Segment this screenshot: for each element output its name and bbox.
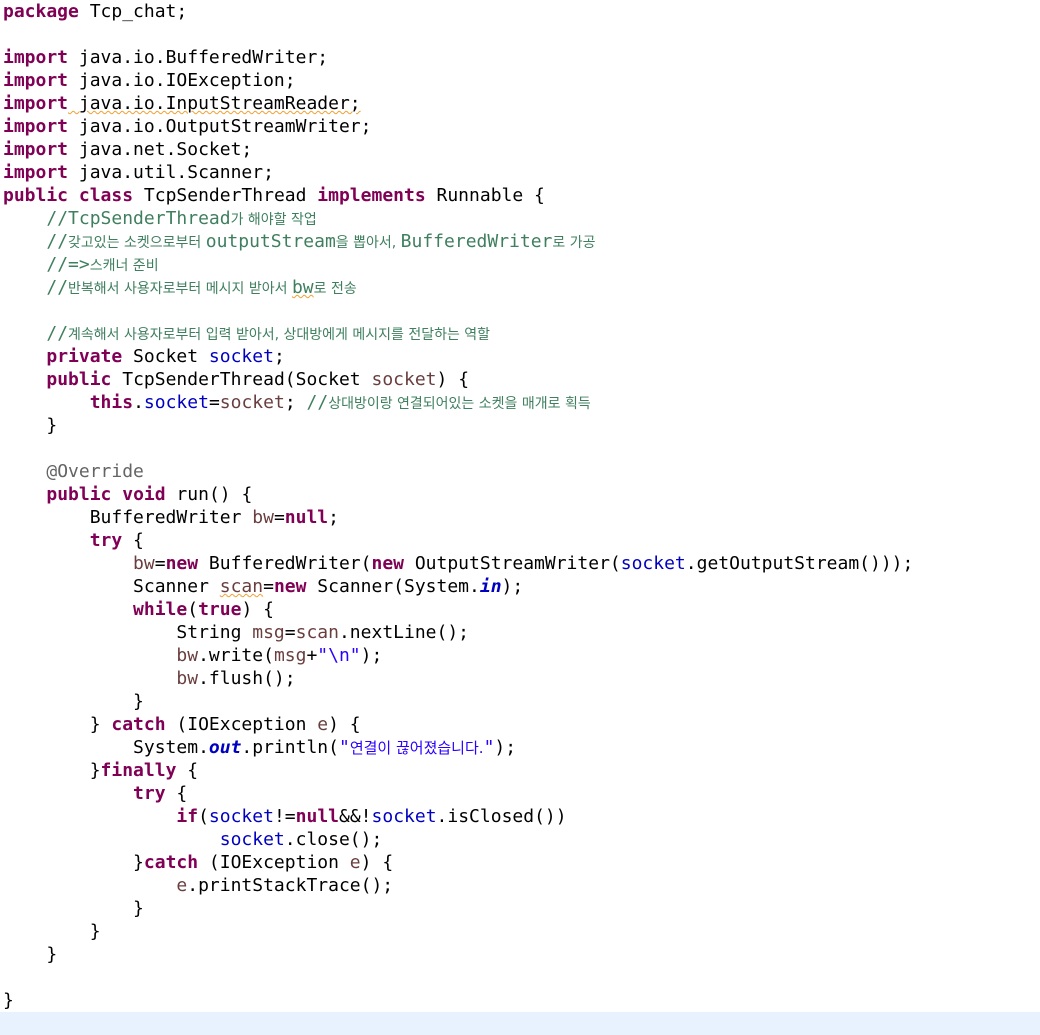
code-line-3: import java.io.BufferedWriter; (3, 47, 329, 68)
code-line-11: //갖고있는 소켓으로부터 outputStream을 뽑아서, Buffere… (46, 231, 596, 252)
code-line-37: socket.close(); (219, 829, 383, 850)
code-line-41: } (3, 921, 101, 942)
code-line-16: private Socket socket; (46, 346, 285, 367)
code-line-32: } catch (IOException e) { (3, 714, 361, 735)
code-line-10: //TcpSenderThread가 해야할 작업 (46, 208, 317, 229)
code-line-33: System.out.println("연결이 끊어졌습니다."); (3, 737, 517, 758)
code-line-30: bw.flush(); (176, 668, 296, 689)
code-line-15: //계속해서 사용자로부터 입력 받아서, 상대방에게 메시지를 전달하는 역할 (46, 323, 491, 344)
code-line-24: try { (89, 530, 144, 551)
code-line-27: while(true) { (133, 599, 274, 620)
code-line-34: }finally { (3, 760, 199, 781)
code-line-17: public TcpSenderThread(Socket socket) { (46, 369, 470, 390)
code-line-29: bw.write(msg+"\n"); (176, 645, 383, 666)
code-line-44: } (3, 990, 14, 1011)
code-line-26: Scanner scan=new Scanner(System.in); (3, 576, 524, 597)
code-line-28: String msg=scan.nextLine(); (3, 622, 470, 643)
code-line-23: BufferedWriter bw=null; (3, 507, 339, 528)
code-line-42: } (3, 944, 58, 965)
code-line-1: package Tcp_chat; (3, 1, 188, 22)
current-line-highlight (0, 1012, 1040, 1035)
code-line-13: //반복해서 사용자로부터 메시지 받아서 bw로 전송 (46, 277, 357, 298)
code-line-19: } (3, 415, 58, 436)
code-line-6: import java.io.OutputStreamWriter; (3, 116, 372, 137)
code-line-7: import java.net.Socket; (3, 139, 253, 160)
code-editor[interactable]: package Tcp_chat; import java.io.Buffere… (0, 0, 1040, 1035)
code-line-25: bw=new BufferedWriter(new OutputStreamWr… (133, 553, 914, 574)
code-line-5: import java.io.InputStreamReader; (3, 93, 361, 114)
code-line-8: import java.util.Scanner; (3, 162, 274, 183)
code-line-21: @Override (46, 461, 144, 482)
code-line-39: e.printStackTrace(); (176, 875, 394, 896)
code-line-9: public class TcpSenderThread implements … (3, 185, 545, 206)
code-line-38: }catch (IOException e) { (3, 852, 394, 873)
code-line-35: try { (133, 783, 188, 804)
code-line-40: } (3, 898, 144, 919)
code-line-12: //=>스캐너 준비 (46, 254, 159, 275)
code-line-31: } (3, 691, 144, 712)
code-line-4: import java.io.IOException; (3, 70, 296, 91)
code-line-22: public void run() { (46, 484, 253, 505)
code-line-36: if(socket!=null&&!socket.isClosed()) (176, 806, 567, 827)
code-line-18: this.socket=socket; //상대방이랑 연결되어있는 소켓을 매… (89, 392, 591, 413)
